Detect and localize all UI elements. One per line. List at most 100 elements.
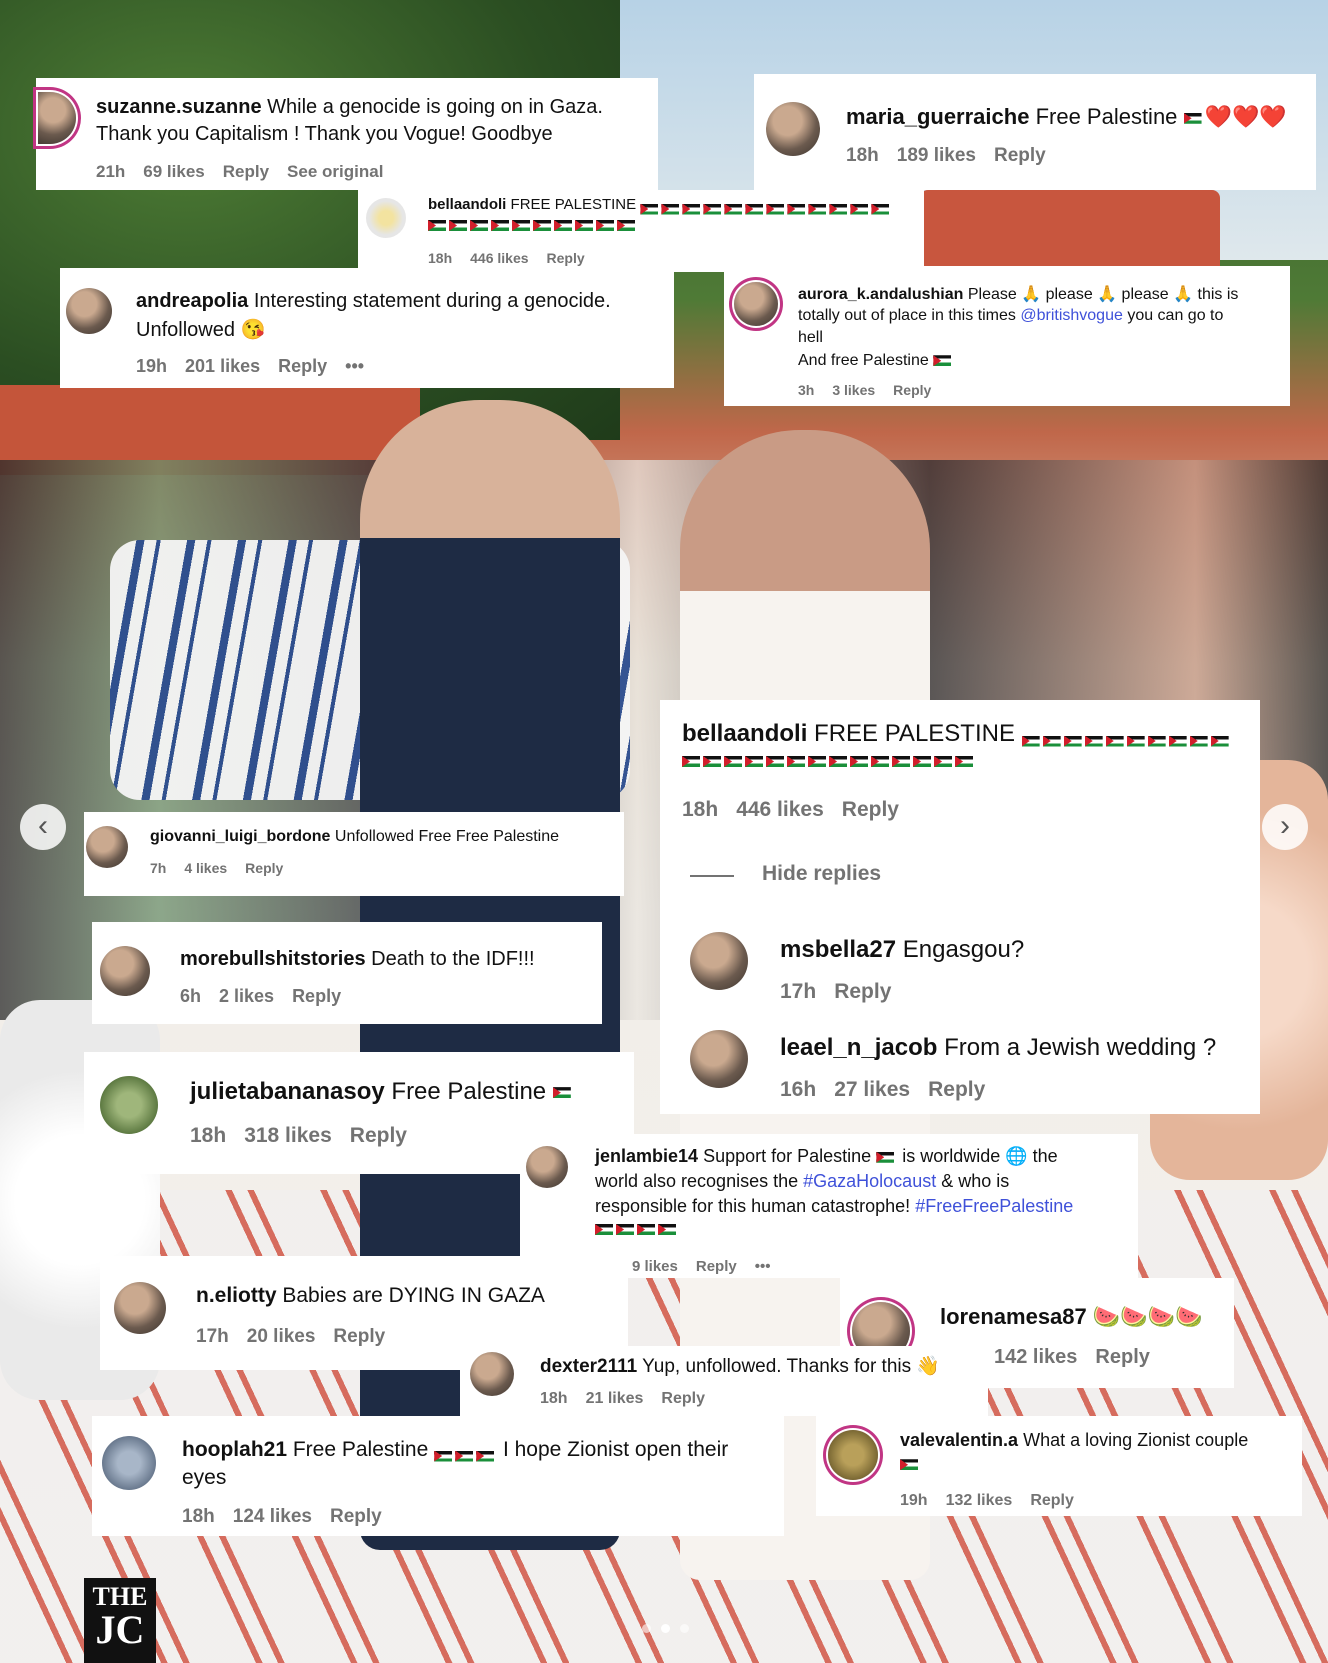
comment-username[interactable]: maria_guerraiche bbox=[846, 104, 1029, 129]
chevron-right-icon[interactable]: › bbox=[1262, 804, 1308, 850]
watermelon-emoji: 🍉🍉🍉🍉 bbox=[1092, 1304, 1203, 1329]
avatar[interactable] bbox=[100, 946, 150, 996]
carousel-indicator bbox=[637, 1620, 694, 1638]
comment-username[interactable]: bellaandoli bbox=[682, 720, 807, 747]
reply-button[interactable]: Reply bbox=[245, 860, 283, 876]
carousel-dot[interactable] bbox=[680, 1624, 689, 1633]
comment-username[interactable]: hooplah21 bbox=[182, 1438, 287, 1461]
reply-button[interactable]: Reply bbox=[1095, 1346, 1149, 1368]
reply-button[interactable]: Reply bbox=[292, 986, 341, 1006]
avatar[interactable] bbox=[734, 282, 778, 326]
carousel-dot-active[interactable] bbox=[661, 1624, 670, 1633]
see-original-link[interactable]: See original bbox=[287, 162, 383, 181]
comment-username[interactable]: bellaandoli bbox=[428, 196, 506, 213]
likes-count[interactable]: 20 likes bbox=[247, 1326, 316, 1347]
reply-button[interactable]: Reply bbox=[223, 162, 269, 181]
hashtag-link[interactable]: #GazaHolocaust bbox=[803, 1171, 936, 1191]
likes-count[interactable]: 21 likes bbox=[586, 1390, 644, 1407]
comment-username[interactable]: lorenamesa87 bbox=[940, 1304, 1087, 1329]
reply-button[interactable]: Reply bbox=[330, 1506, 382, 1527]
palestine-flags-emoji bbox=[595, 1224, 679, 1235]
carousel-dot[interactable] bbox=[642, 1624, 651, 1633]
avatar[interactable] bbox=[366, 198, 406, 238]
jc-logo: THE JC bbox=[84, 1578, 156, 1663]
reply-button[interactable]: Reply bbox=[547, 250, 585, 266]
comment-card: hooplah21 Free Palestine I hope Zionist … bbox=[92, 1416, 784, 1536]
comment-username[interactable]: jenlambie14 bbox=[595, 1146, 698, 1166]
comment-card: aurora_k.andalushian Please 🙏 please 🙏 p… bbox=[724, 266, 1290, 406]
mention-link[interactable]: @britishvogue bbox=[1020, 307, 1123, 324]
comment-text: Babies are DYING IN GAZA bbox=[282, 1284, 545, 1307]
more-options-icon[interactable]: ••• bbox=[345, 356, 364, 376]
avatar[interactable] bbox=[526, 1146, 568, 1188]
avatar[interactable] bbox=[828, 1430, 878, 1480]
reply-button[interactable]: Reply bbox=[842, 798, 899, 821]
avatar[interactable] bbox=[690, 932, 748, 990]
comment-username[interactable]: andreapolia bbox=[136, 290, 248, 312]
likes-count[interactable]: 189 likes bbox=[897, 145, 976, 166]
likes-count[interactable]: 201 likes bbox=[185, 356, 260, 376]
comment-username[interactable]: julietabananasoy bbox=[190, 1078, 385, 1105]
hide-replies-button[interactable]: Hide replies bbox=[762, 862, 881, 886]
comment-time: 7h bbox=[150, 860, 167, 876]
reply-button[interactable]: Reply bbox=[994, 145, 1046, 166]
likes-count[interactable]: 2 likes bbox=[219, 986, 274, 1006]
reply-button[interactable]: Reply bbox=[661, 1390, 705, 1407]
likes-count[interactable]: 318 likes bbox=[244, 1124, 332, 1147]
reply-button[interactable]: Reply bbox=[696, 1258, 737, 1275]
avatar[interactable] bbox=[100, 1076, 158, 1134]
likes-count[interactable]: 132 likes bbox=[946, 1492, 1013, 1509]
comment-card: dexter2111 Yup, unfollowed. Thanks for t… bbox=[460, 1346, 988, 1416]
comment-username[interactable]: aurora_k.andalushian bbox=[798, 286, 963, 303]
likes-count[interactable]: 4 likes bbox=[184, 860, 227, 876]
avatar[interactable] bbox=[86, 826, 128, 868]
chevron-left-icon[interactable]: ‹ bbox=[20, 804, 66, 850]
comment-time: 18h bbox=[682, 798, 719, 821]
reply-button[interactable]: Reply bbox=[278, 356, 327, 376]
comment-username[interactable]: n.eliotty bbox=[196, 1284, 277, 1307]
reply-button[interactable]: Reply bbox=[350, 1124, 407, 1147]
reply-button[interactable]: Reply bbox=[834, 980, 891, 1003]
comment-time: 18h bbox=[428, 250, 453, 266]
reply-button[interactable]: Reply bbox=[1030, 1492, 1074, 1509]
likes-count[interactable]: 446 likes bbox=[470, 250, 528, 266]
comment-text: While a genocide is going on in Gaza. bbox=[267, 96, 603, 118]
comment-username[interactable]: morebullshitstories bbox=[180, 948, 366, 970]
comment-username[interactable]: giovanni_luigi_bordone bbox=[150, 828, 330, 845]
avatar[interactable] bbox=[690, 1030, 748, 1088]
comment-text: Please 🙏 please 🙏 please 🙏 this is bbox=[967, 286, 1239, 303]
comment-text: Free Palestine bbox=[292, 1438, 429, 1461]
likes-count[interactable]: 9 likes bbox=[632, 1258, 678, 1275]
likes-count[interactable]: 69 likes bbox=[143, 162, 204, 181]
comment-username[interactable]: dexter2111 bbox=[540, 1356, 637, 1377]
comment-username[interactable]: leael_n_jacob bbox=[780, 1034, 937, 1061]
comment-text: Death to the IDF!!! bbox=[371, 948, 535, 970]
reply-button[interactable]: Reply bbox=[333, 1326, 385, 1347]
comment-text: Thank you Capitalism ! Thank you Vogue! … bbox=[96, 123, 553, 145]
more-options-icon[interactable]: ••• bbox=[755, 1258, 771, 1275]
avatar[interactable] bbox=[470, 1352, 514, 1396]
avatar[interactable] bbox=[102, 1436, 156, 1490]
reply-button[interactable]: Reply bbox=[928, 1078, 985, 1101]
avatar[interactable] bbox=[38, 92, 76, 144]
likes-count[interactable]: 142 likes bbox=[994, 1346, 1077, 1368]
comment-username[interactable]: suzanne.suzanne bbox=[96, 96, 262, 118]
divider bbox=[690, 875, 734, 877]
likes-count[interactable]: 446 likes bbox=[736, 798, 824, 821]
comment-time: 18h bbox=[182, 1506, 215, 1527]
comment-text: is worldwide 🌐 the bbox=[902, 1146, 1058, 1166]
likes-count[interactable]: 3 likes bbox=[832, 382, 875, 398]
hashtag-link[interactable]: #FreeFreePalestine bbox=[915, 1196, 1073, 1216]
comment-text: Unfollowed Free Free Palestine bbox=[334, 828, 560, 845]
comment-username[interactable]: valevalentin.a bbox=[900, 1430, 1018, 1450]
avatar[interactable] bbox=[66, 288, 112, 334]
likes-count[interactable]: 124 likes bbox=[233, 1506, 312, 1527]
comment-username[interactable]: msbella27 bbox=[780, 936, 896, 963]
avatar[interactable] bbox=[114, 1282, 166, 1334]
reply-button[interactable]: Reply bbox=[893, 382, 931, 398]
comment-text: you can go to bbox=[1127, 307, 1224, 324]
avatar[interactable] bbox=[766, 102, 820, 156]
likes-count[interactable]: 27 likes bbox=[834, 1078, 910, 1101]
comment-text: & who is bbox=[941, 1171, 1010, 1191]
comment-card: suzanne.suzanne While a genocide is goin… bbox=[36, 78, 658, 190]
